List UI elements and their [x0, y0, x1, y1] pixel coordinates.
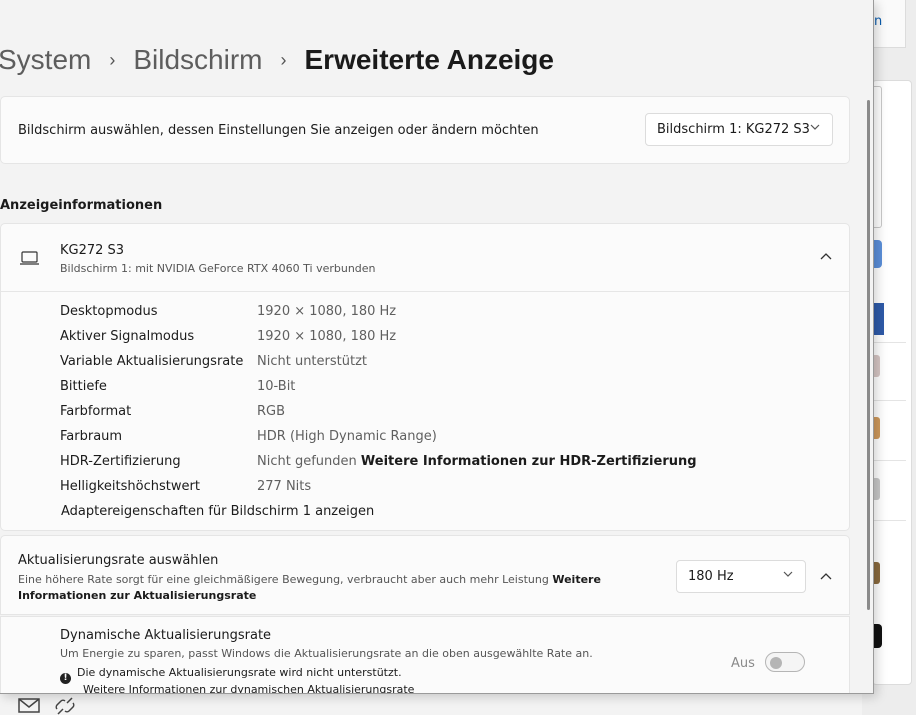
info-value: 1920 × 1080, 180 Hz	[257, 304, 397, 319]
chevron-up-icon[interactable]	[820, 571, 832, 585]
info-value: 277 Nits	[257, 479, 312, 494]
info-key: Variable Aktualisierungsrate	[60, 354, 244, 369]
background-link-fragment[interactable]: n	[874, 14, 882, 29]
refresh-rate-dropdown[interactable]: 180 Hz	[676, 560, 806, 593]
adapter-properties-link[interactable]: Adaptereigenschaften für Bildschirm 1 an…	[61, 504, 374, 519]
breadcrumb-separator-icon: ›	[109, 49, 116, 70]
page-title: Erweiterte Anzeige	[304, 44, 554, 75]
info-key: HDR-Zertifizierung	[60, 454, 181, 469]
info-value: 10-Bit	[257, 379, 296, 394]
monitor-subtitle: Bildschirm 1: mit NVIDIA GeForce RTX 406…	[60, 262, 376, 275]
background-divider	[870, 520, 906, 521]
select-display-card: Bildschirm auswählen, dessen Einstellung…	[0, 96, 850, 164]
section-title-display-info: Anzeigeinformationen	[0, 198, 163, 213]
monitor-name: KG272 S3	[60, 243, 125, 258]
dynamic-refresh-more-link[interactable]: Weitere Informationen zur dynamischen Ak…	[83, 683, 414, 693]
background-divider	[870, 400, 906, 401]
refresh-rate-desc-text: Eine höhere Rate sorgt für eine gleichmä…	[18, 573, 553, 586]
display-dropdown-value: Bildschirm 1: KG272 S3	[657, 122, 810, 137]
link-icon[interactable]	[54, 697, 76, 715]
refresh-rate-value: 180 Hz	[688, 569, 734, 584]
close-icon[interactable]	[844, 0, 856, 8]
info-value: 1920 × 1080, 180 Hz	[257, 329, 397, 344]
info-key: Bittiefe	[60, 379, 107, 394]
dynamic-refresh-toggle[interactable]	[765, 652, 805, 672]
hdr-certification-value: Nicht gefunden	[257, 454, 357, 469]
breadcrumb: System › Bildschirm › Erweiterte Anzeige	[0, 40, 554, 80]
display-info-header[interactable]: KG272 S3 Bildschirm 1: mit NVIDIA GeForc…	[1, 224, 849, 292]
dynamic-refresh-warning: Die dynamische Aktualisierungsrate wird …	[77, 666, 402, 679]
breadcrumb-item-system[interactable]: System	[0, 44, 91, 76]
breadcrumb-item-bildschirm[interactable]: Bildschirm	[133, 44, 262, 76]
info-value: RGB	[257, 404, 286, 419]
monitor-icon	[20, 251, 39, 265]
refresh-rate-description: Eine höhere Rate sorgt für eine gleichmä…	[18, 572, 638, 604]
display-info-card: KG272 S3 Bildschirm 1: mit NVIDIA GeForc…	[0, 223, 850, 531]
chevron-down-icon	[783, 569, 793, 582]
info-icon: !	[60, 673, 71, 684]
restore-icon[interactable]	[800, 0, 810, 8]
settings-window: System › Bildschirm › Erweiterte Anzeige…	[0, 0, 874, 694]
info-key: Farbraum	[60, 429, 123, 444]
chevron-up-icon[interactable]	[820, 251, 832, 265]
mail-icon[interactable]	[18, 697, 40, 715]
background-divider	[870, 342, 906, 343]
scrollbar[interactable]	[867, 100, 870, 610]
taskbar-icons	[18, 697, 88, 715]
dynamic-refresh-card: Dynamische Aktualisierungsrate Um Energi…	[0, 616, 850, 693]
info-key: Helligkeitshöchstwert	[60, 479, 200, 494]
info-value: Nicht unterstützt	[257, 354, 367, 369]
info-value: HDR (High Dynamic Range)	[257, 429, 437, 444]
dynamic-refresh-title: Dynamische Aktualisierungsrate	[60, 628, 272, 643]
hdr-certification-link[interactable]: Weitere Informationen zur HDR-Zertifizie…	[361, 454, 697, 469]
toggle-state-label: Aus	[731, 656, 755, 671]
refresh-rate-card: Aktualisierungsrate auswählen Eine höher…	[0, 535, 850, 615]
info-key: Desktopmodus	[60, 304, 158, 319]
toggle-knob	[770, 657, 782, 669]
info-value: Nicht gefunden Weitere Informationen zur…	[257, 454, 697, 469]
background-divider	[870, 460, 906, 461]
breadcrumb-separator-icon: ›	[280, 49, 287, 70]
dynamic-refresh-description: Um Energie zu sparen, passt Windows die …	[60, 647, 593, 660]
select-display-label: Bildschirm auswählen, dessen Einstellung…	[18, 123, 539, 138]
chevron-down-icon	[810, 122, 820, 135]
info-key: Farbformat	[60, 404, 132, 419]
display-dropdown[interactable]: Bildschirm 1: KG272 S3	[645, 113, 833, 146]
info-key: Aktiver Signalmodus	[60, 329, 195, 344]
refresh-rate-title: Aktualisierungsrate auswählen	[18, 553, 219, 568]
